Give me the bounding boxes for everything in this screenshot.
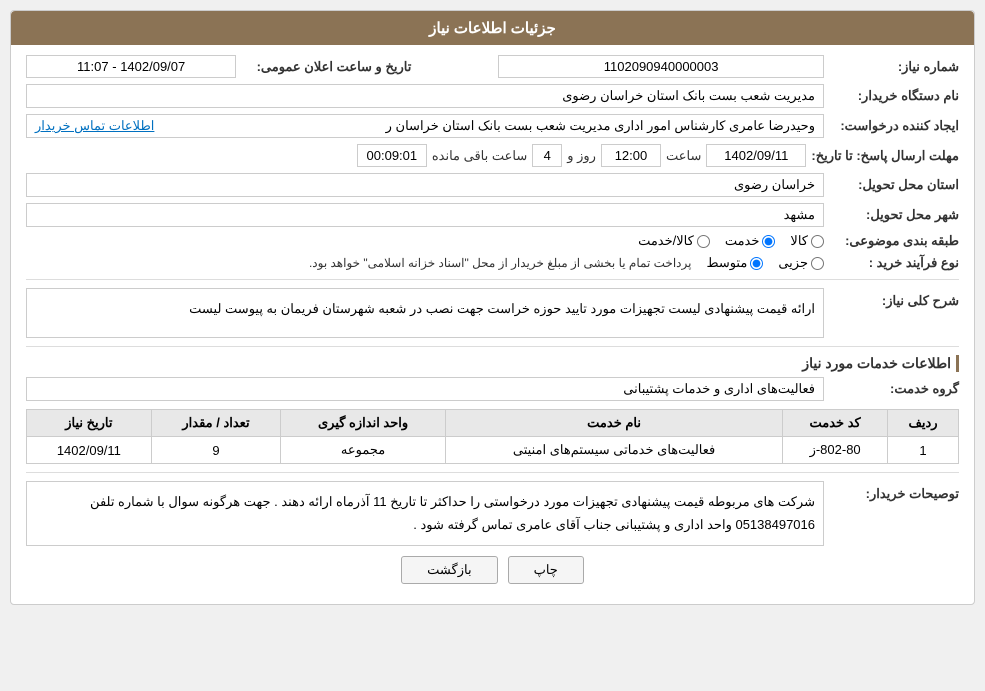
table-header-code: کد خدمت — [783, 410, 888, 437]
need-number-value: 1102090940000003 — [498, 55, 824, 78]
purchase-type-label: نوع فرآیند خرید : — [829, 255, 959, 271]
cell-name: فعالیت‌های خدماتی سیستم‌های امنیتی — [445, 437, 782, 464]
cell-code: 802-80-ز — [783, 437, 888, 464]
category-radio-group: کالا خدمت کالا/خدمت — [26, 233, 824, 249]
announce-label: تاریخ و ساعت اعلان عمومی: — [241, 59, 411, 75]
main-box: جزئیات اطلاعات نیاز شماره نیاز: 11020909… — [10, 10, 975, 605]
table-header-unit: واحد اندازه گیری — [281, 410, 446, 437]
category-khedmat-label: خدمت — [725, 233, 760, 249]
buyer-org-label: نام دستگاه خریدار: — [829, 88, 959, 104]
description-value: ارائه قیمت پیشنهادی لیست تجهیزات مورد تا… — [26, 288, 824, 338]
description-row: شرح کلی نیاز: ارائه قیمت پیشنهادی لیست ت… — [26, 288, 959, 338]
service-info-title: اطلاعات خدمات مورد نیاز — [26, 355, 959, 372]
buyer-notes-label: توصیحات خریدار: — [829, 481, 959, 502]
deadline-group: 1402/09/11 ساعت 12:00 روز و 4 ساعت باقی … — [26, 144, 806, 167]
deadline-date: 1402/09/11 — [706, 144, 806, 167]
creator-link[interactable]: اطلاعات تماس خریدار — [35, 118, 154, 134]
creator-row: ایجاد کننده درخواست: وحیدرضا عامری کارشن… — [26, 114, 959, 138]
cell-date: 1402/09/11 — [27, 437, 152, 464]
category-label: طبقه بندی موضوعی: — [829, 233, 959, 249]
page-container: جزئیات اطلاعات نیاز شماره نیاز: 11020909… — [0, 0, 985, 691]
cell-qty: 9 — [151, 437, 280, 464]
city-value: مشهد — [26, 203, 824, 227]
table-header-row: ردیف — [888, 410, 959, 437]
purchase-motavasset-label: متوسط — [706, 255, 747, 271]
deadline-label: مهلت ارسال پاسخ: تا تاریخ: — [811, 148, 959, 164]
city-label: شهر محل تحویل: — [829, 207, 959, 223]
divider-1 — [26, 279, 959, 280]
service-table-container: ردیف کد خدمت نام خدمت واحد اندازه گیری ت… — [26, 409, 959, 464]
cell-row: 1 — [888, 437, 959, 464]
print-button[interactable]: چاپ — [508, 556, 584, 584]
table-row: 1 802-80-ز فعالیت‌های خدماتی سیستم‌های ا… — [27, 437, 959, 464]
divider-2 — [26, 346, 959, 347]
deadline-days: 4 — [532, 144, 562, 167]
deadline-row: مهلت ارسال پاسخ: تا تاریخ: 1402/09/11 سا… — [26, 144, 959, 167]
deadline-days-label: روز و — [567, 148, 596, 164]
announce-value: 1402/09/07 - 11:07 — [26, 55, 236, 78]
purchase-jozii-label: جزیی — [778, 255, 808, 271]
category-option-kala-khedmat[interactable]: کالا/خدمت — [638, 233, 710, 249]
category-option-khedmat[interactable]: خدمت — [725, 233, 776, 249]
buyer-org-row: نام دستگاه خریدار: مدیریت شعب بست بانک ا… — [26, 84, 959, 108]
service-group-row: گروه خدمت: فعالیت‌های اداری و خدمات پشتی… — [26, 377, 959, 401]
purchase-radio-motavasset[interactable] — [750, 257, 763, 270]
province-label: استان محل تحویل: — [829, 177, 959, 193]
creator-text: وحیدرضا عامری کارشناس امور اداری مدیریت … — [159, 118, 815, 134]
purchase-option-motavasset[interactable]: متوسط — [706, 255, 763, 271]
creator-value: وحیدرضا عامری کارشناس امور اداری مدیریت … — [26, 114, 824, 138]
deadline-remaining: 00:09:01 — [357, 144, 427, 167]
buyer-notes-row: توصیحات خریدار: شرکت های مربوطه قیمت پیش… — [26, 481, 959, 546]
divider-3 — [26, 472, 959, 473]
category-radio-kala[interactable] — [811, 235, 824, 248]
table-header-name: نام خدمت — [445, 410, 782, 437]
purchase-option-jozii[interactable]: جزیی — [778, 255, 824, 271]
creator-label: ایجاد کننده درخواست: — [829, 118, 959, 134]
service-table: ردیف کد خدمت نام خدمت واحد اندازه گیری ت… — [26, 409, 959, 464]
purchase-radio-jozii[interactable] — [811, 257, 824, 270]
purchase-type-row: نوع فرآیند خرید : جزیی متوسط پرداخت تمام… — [26, 255, 959, 271]
purchase-note: پرداخت تمام یا بخشی از مبلغ خریدار از مح… — [309, 256, 692, 270]
table-header-qty: تعداد / مقدار — [151, 410, 280, 437]
category-radio-khedmat[interactable] — [762, 235, 775, 248]
category-option-kala[interactable]: کالا — [790, 233, 824, 249]
category-radio-kala-khedmat[interactable] — [697, 235, 710, 248]
deadline-time-label: ساعت — [666, 148, 701, 164]
buyer-notes-value: شرکت های مربوطه قیمت پیشنهادی تجهیزات مو… — [26, 481, 824, 546]
service-group-value: فعالیت‌های اداری و خدمات پشتیبانی — [26, 377, 824, 401]
deadline-time: 12:00 — [601, 144, 661, 167]
content-area: شماره نیاز: 1102090940000003 تاریخ و ساع… — [11, 45, 974, 604]
button-row: چاپ بازگشت — [26, 556, 959, 584]
category-kala-label: کالا — [790, 233, 808, 249]
province-value: خراسان رضوی — [26, 173, 824, 197]
back-button[interactable]: بازگشت — [401, 556, 497, 584]
buyer-org-value: مدیریت شعب بست بانک استان خراسان رضوی — [26, 84, 824, 108]
city-row: شهر محل تحویل: مشهد — [26, 203, 959, 227]
province-row: استان محل تحویل: خراسان رضوی — [26, 173, 959, 197]
service-group-label: گروه خدمت: — [829, 381, 959, 397]
need-number-label: شماره نیاز: — [829, 59, 959, 75]
page-title: جزئیات اطلاعات نیاز — [11, 11, 974, 45]
purchase-radio-group: جزیی متوسط پرداخت تمام یا بخشی از مبلغ خ… — [26, 255, 824, 271]
cell-unit: مجموعه — [281, 437, 446, 464]
description-label: شرح کلی نیاز: — [829, 288, 959, 309]
category-kala-khedmat-label: کالا/خدمت — [638, 233, 694, 249]
need-number-row: شماره نیاز: 1102090940000003 تاریخ و ساع… — [26, 55, 959, 78]
category-row: طبقه بندی موضوعی: کالا خدمت کالا/خدمت — [26, 233, 959, 249]
deadline-remaining-label: ساعت باقی مانده — [432, 148, 527, 164]
table-header-date: تاریخ نیاز — [27, 410, 152, 437]
